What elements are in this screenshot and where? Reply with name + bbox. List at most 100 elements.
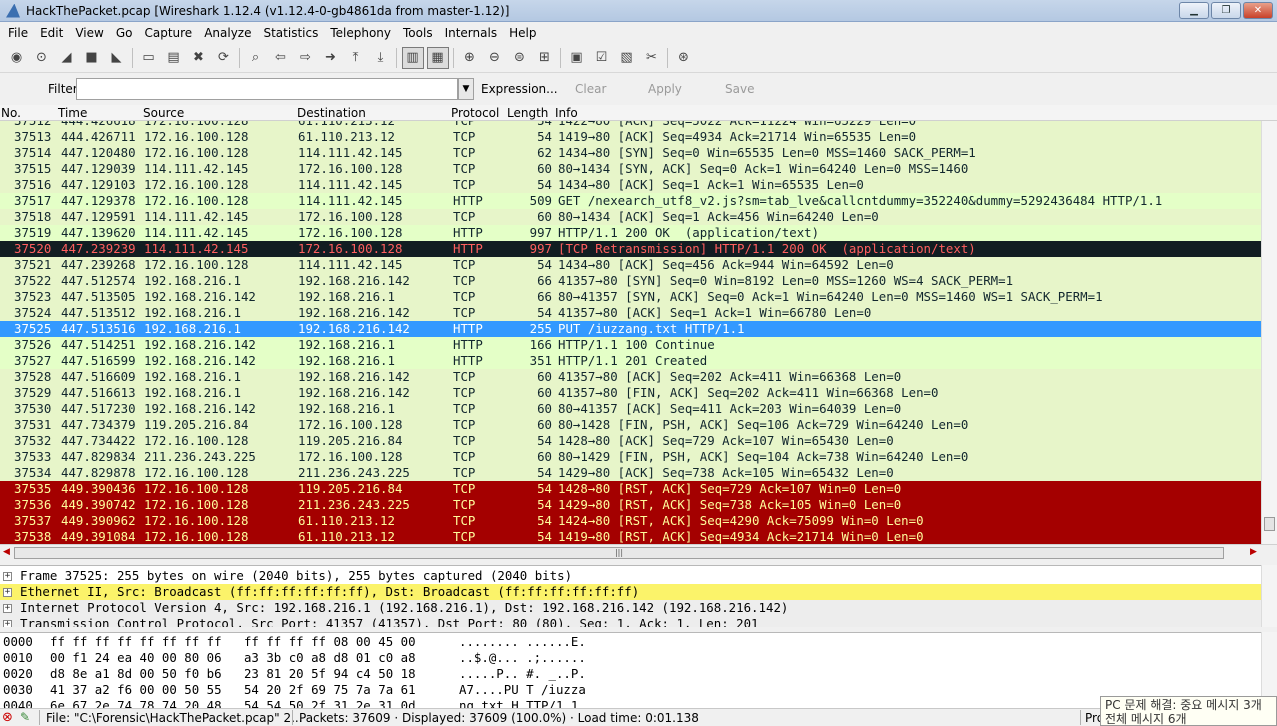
packet-row[interactable]: 37515 447.129039 114.111.42.145 172.16.100.… — [0, 161, 1261, 177]
column-header-protocol[interactable]: Protocol — [451, 106, 499, 120]
go-last-button[interactable]: ⤓ — [370, 47, 392, 69]
packet-row[interactable]: 37538 449.391084 172.16.100.128 61.110.213.… — [0, 529, 1261, 544]
help-button[interactable]: ⊛ — [673, 47, 695, 69]
capture-filters-button[interactable]: ▣ — [566, 47, 588, 69]
auto-scroll-button[interactable]: ▦ — [426, 46, 449, 69]
column-header-time[interactable]: Time — [58, 106, 87, 120]
close-file-button[interactable]: ✖ — [188, 47, 210, 69]
column-header-source[interactable]: Source — [143, 106, 184, 120]
packet-row[interactable]: 37537 449.390962 172.16.100.128 61.110.213.… — [0, 513, 1261, 529]
detail-tree-row[interactable]: + Transmission Control Protocol, Src Port… — [0, 616, 1261, 627]
menu-edit[interactable]: Edit — [34, 26, 69, 40]
menu-internals[interactable]: Internals — [439, 26, 504, 40]
scroll-left-icon[interactable]: ◀ — [3, 547, 10, 557]
filter-dropdown-button[interactable]: ▼ — [458, 78, 474, 100]
packet-row[interactable]: 37516 447.129103 172.16.100.128 114.111.42.… — [0, 177, 1261, 193]
display-filters-button[interactable]: ☑ — [591, 47, 613, 69]
packet-row[interactable]: 37534 447.829878 172.16.100.128 211.236.243… — [0, 465, 1261, 481]
coloring-rules-button[interactable]: ▧ — [616, 47, 638, 69]
packet-row[interactable]: 37521 447.239268 172.16.100.128 114.111.42.… — [0, 257, 1261, 273]
packet-row[interactable]: 37523 447.513505 192.168.216.142 192.168.21… — [0, 289, 1261, 305]
detail-tree-row[interactable]: + Ethernet II, Src: Broadcast (ff:ff:ff:f… — [0, 584, 1261, 600]
close-button[interactable]: ✕ — [1243, 2, 1273, 19]
hex-row[interactable]: 0010 00 f1 24 ea 40 00 80 06 a3 3b c0 a8 … — [0, 650, 1261, 666]
preferences-button[interactable]: ✂ — [641, 47, 663, 69]
save-filter-button[interactable]: Save — [725, 82, 754, 96]
packet-row[interactable]: 37512 444.426618 172.16.100.128 61.110.213.… — [0, 121, 1261, 129]
packet-row[interactable]: 37519 447.139620 114.111.42.145 172.16.100.… — [0, 225, 1261, 241]
resize-columns-button[interactable]: ⊞ — [534, 47, 556, 69]
start-capture-button[interactable]: ◢ — [56, 47, 78, 69]
packet-row[interactable]: 37535 449.390436 172.16.100.128 119.205.216… — [0, 481, 1261, 497]
menu-telephony[interactable]: Telephony — [324, 26, 397, 40]
packet-row[interactable]: 37518 447.129591 114.111.42.145 172.16.100.… — [0, 209, 1261, 225]
packet-row[interactable]: 37536 449.390742 172.16.100.128 211.236.243… — [0, 497, 1261, 513]
menu-help[interactable]: Help — [503, 26, 542, 40]
menu-view[interactable]: View — [69, 26, 109, 40]
packet-row[interactable]: 37530 447.517230 192.168.216.142 192.168.21… — [0, 401, 1261, 417]
hex-row[interactable]: 0030 41 37 a2 f6 00 00 50 55 54 20 2f 69 … — [0, 682, 1261, 698]
hex-row[interactable]: 0040 6e 67 2e 74 78 74 20 48 54 54 50 2f … — [0, 698, 1261, 708]
detail-tree-row[interactable]: + Internet Protocol Version 4, Src: 192.1… — [0, 600, 1261, 616]
save-file-button[interactable]: ▤ — [163, 47, 185, 69]
packet-row[interactable]: 37520 447.239239 114.111.42.145 172.16.100.… — [0, 241, 1261, 257]
column-header-destination[interactable]: Destination — [297, 106, 366, 120]
normal-size-button[interactable]: ⊜ — [509, 47, 531, 69]
packet-row[interactable]: 37528 447.516609 192.168.216.1 192.168.216.… — [0, 369, 1261, 385]
options-button[interactable]: ⊙ — [31, 47, 53, 69]
expression-button[interactable]: Expression... — [481, 82, 558, 96]
packet-row[interactable]: 37517 447.129378 172.16.100.128 114.111.42.… — [0, 193, 1261, 209]
details-scrollbar[interactable] — [1261, 565, 1277, 627]
packet-row[interactable]: 37529 447.516613 192.168.216.1 192.168.216.… — [0, 385, 1261, 401]
zoom-out-button[interactable]: ⊖ — [484, 47, 506, 69]
action-center-notification[interactable]: PC 문제 해결: 중요 메시지 3개 전체 메시지 6개 — [1100, 696, 1277, 726]
menu-capture[interactable]: Capture — [138, 26, 198, 40]
column-header-no[interactable]: No. — [1, 106, 21, 120]
filter-input[interactable] — [76, 78, 458, 100]
packet-row[interactable]: 37531 447.734379 119.205.216.84 172.16.100.… — [0, 417, 1261, 433]
expand-icon[interactable]: + — [3, 572, 12, 581]
packet-row[interactable]: 37526 447.514251 192.168.216.142 192.168.21… — [0, 337, 1261, 353]
detail-tree-row[interactable]: + Frame 37525: 255 bytes on wire (2040 bi… — [0, 568, 1261, 584]
packet-row[interactable]: 37533 447.829834 211.236.243.225 172.16.100… — [0, 449, 1261, 465]
expand-icon[interactable]: + — [3, 588, 12, 597]
maximize-button[interactable]: ❐ — [1211, 2, 1241, 19]
stop-capture-button[interactable]: ■ — [81, 47, 103, 69]
capture-comment-icon[interactable]: ✎ — [20, 710, 30, 724]
hex-row[interactable]: 0000 ff ff ff ff ff ff ff ff ff ff ff ff … — [0, 634, 1261, 650]
menu-analyze[interactable]: Analyze — [198, 26, 257, 40]
expert-info-icon[interactable]: ⊗ — [2, 710, 13, 725]
go-back-button[interactable]: ⇦ — [270, 47, 292, 69]
menu-file[interactable]: File — [2, 26, 34, 40]
packet-row[interactable]: 37514 447.120480 172.16.100.128 114.111.42.… — [0, 145, 1261, 161]
packet-row[interactable]: 37513 444.426711 172.16.100.128 61.110.213.… — [0, 129, 1261, 145]
expand-icon[interactable]: + — [3, 604, 12, 613]
scroll-right-icon[interactable]: ▶ — [1250, 547, 1257, 557]
packet-row[interactable]: 37527 447.516599 192.168.216.142 192.168.21… — [0, 353, 1261, 369]
clear-button[interactable]: Clear — [575, 82, 606, 96]
reload-button[interactable]: ⟳ — [213, 47, 235, 69]
scrollbar-thumb[interactable]: ||| — [14, 547, 1224, 559]
colorize-button[interactable]: ▥ — [401, 46, 424, 69]
find-packet-button[interactable]: ⌕ — [245, 47, 267, 69]
packet-row[interactable]: 37532 447.734422 172.16.100.128 119.205.216… — [0, 433, 1261, 449]
expand-icon[interactable]: + — [3, 620, 12, 627]
menu-statistics[interactable]: Statistics — [257, 26, 324, 40]
menu-tools[interactable]: Tools — [397, 26, 439, 40]
scrollbar-thumb[interactable] — [1264, 517, 1275, 531]
packet-row[interactable]: 37522 447.512574 192.168.216.1 192.168.216.… — [0, 273, 1261, 289]
zoom-in-button[interactable]: ⊕ — [459, 47, 481, 69]
open-file-button[interactable]: ▭ — [138, 47, 160, 69]
interfaces-button[interactable]: ◉ — [6, 47, 28, 69]
column-header-info[interactable]: Info — [555, 106, 578, 120]
minimize-button[interactable]: ▁ — [1179, 2, 1209, 19]
packet-list-vertical-scrollbar[interactable] — [1261, 121, 1277, 544]
go-forward-button[interactable]: ⇨ — [295, 47, 317, 69]
restart-capture-button[interactable]: ◣ — [106, 47, 128, 69]
hex-row[interactable]: 0020 d8 8e a1 8d 00 50 f0 b6 23 81 20 5f … — [0, 666, 1261, 682]
go-first-button[interactable]: ⤒ — [345, 47, 367, 69]
apply-button[interactable]: Apply — [648, 82, 682, 96]
packet-list-horizontal-scrollbar[interactable]: ◀ ||| ▶ — [0, 544, 1277, 561]
go-to-packet-button[interactable]: ➜ — [320, 47, 342, 69]
menu-go[interactable]: Go — [110, 26, 139, 40]
